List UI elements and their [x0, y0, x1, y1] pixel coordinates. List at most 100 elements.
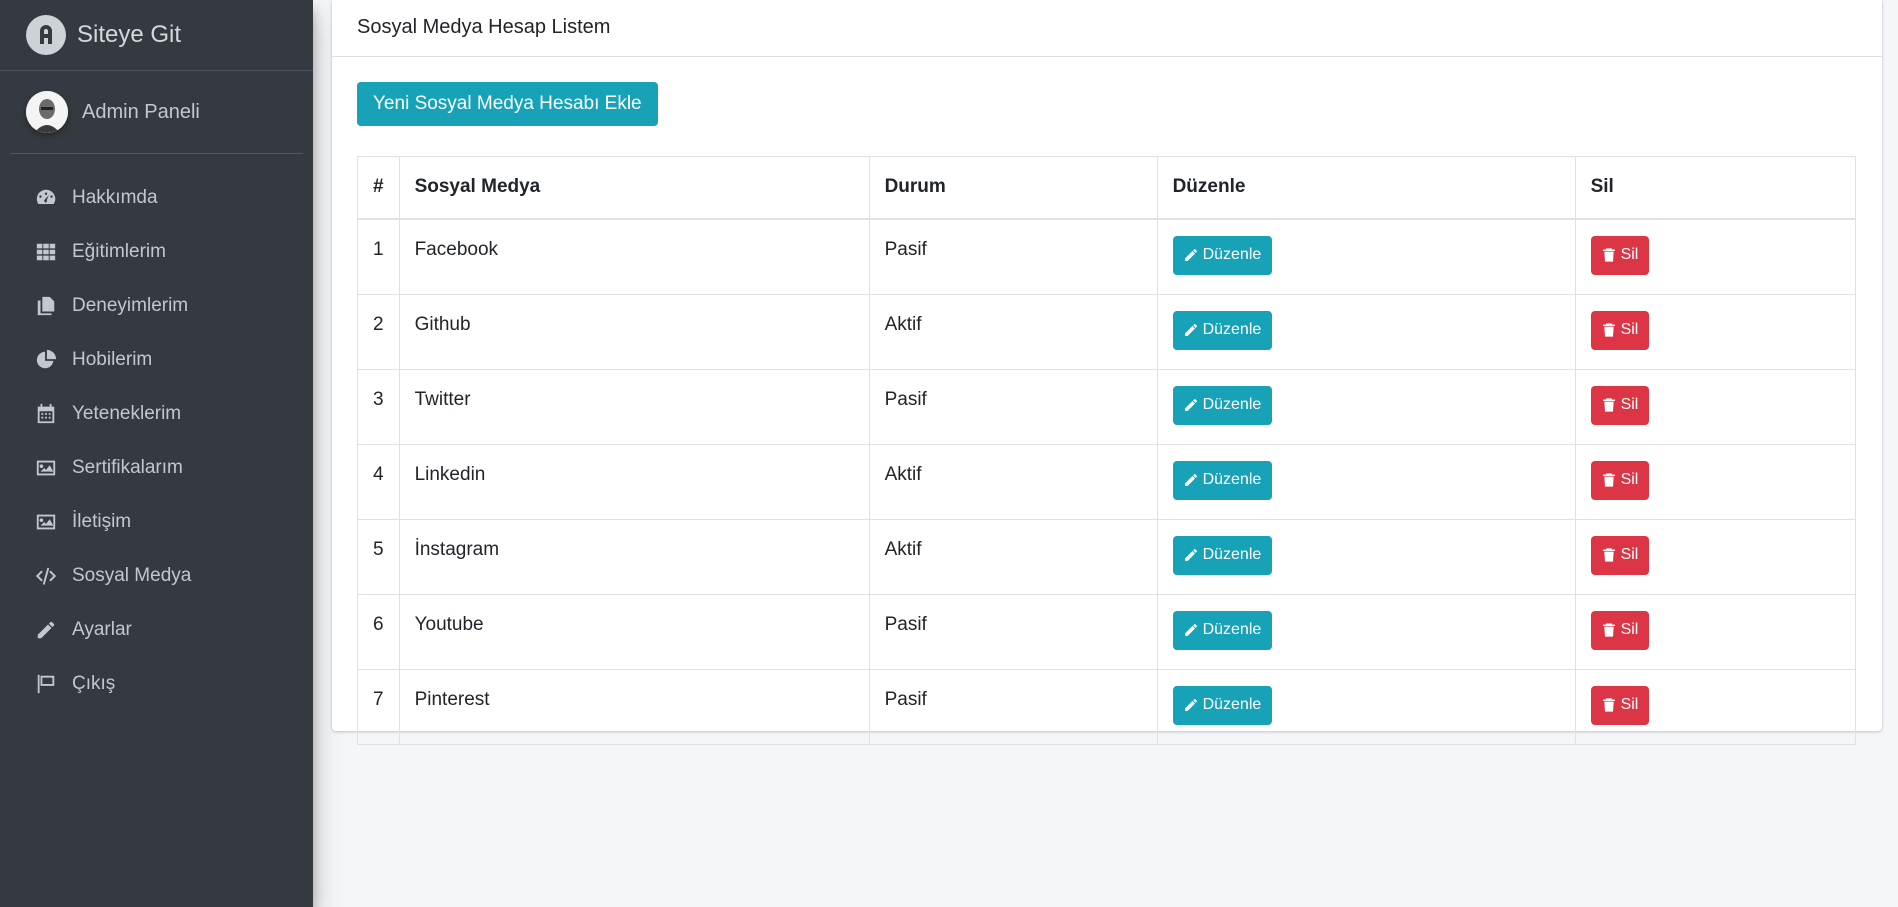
edit-button[interactable]: Düzenle — [1172, 235, 1273, 275]
cell-delete: Sil — [1574, 668, 1857, 745]
delete-button[interactable]: Sil — [1590, 235, 1650, 275]
cell-edit: Düzenle — [1156, 518, 1576, 595]
cell-edit: Düzenle — [1156, 443, 1576, 520]
pencil-icon — [1183, 622, 1203, 638]
sidebar-item-egitimlerim[interactable]: Eğitimlerim — [0, 225, 313, 279]
edit-button[interactable]: Düzenle — [1172, 610, 1273, 650]
brand-title: Siteye Git — [77, 21, 182, 48]
trash-icon — [1601, 322, 1621, 338]
sidebar-item-label: Çıkış — [72, 673, 116, 694]
user-panel[interactable]: Admin Paneli — [10, 71, 303, 154]
delete-button-label: Sil — [1620, 546, 1639, 563]
column-header-name: Sosyal Medya — [398, 156, 870, 220]
table-row: 2 Github Aktif Düzenle Sil — [357, 293, 1857, 370]
cell-delete: Sil — [1574, 368, 1857, 445]
chart-pie-icon — [34, 348, 58, 372]
sidebar-item-label: Hobilerim — [72, 349, 153, 370]
trash-icon — [1601, 547, 1621, 563]
cell-status: Pasif — [868, 668, 1158, 745]
sidebar-item-yeteneklerim[interactable]: Yeteneklerim — [0, 387, 313, 441]
cell-delete: Sil — [1574, 293, 1857, 370]
cell-social-media: Twitter — [398, 368, 870, 445]
social-media-table: # Sosyal Medya Durum Düzenle Sil 1 Facebo… — [357, 156, 1857, 745]
sidebar-item-deneyimlerim[interactable]: Deneyimlerim — [0, 279, 313, 333]
pencil-icon — [1183, 397, 1203, 413]
sidebar-item-ayarlar[interactable]: Ayarlar — [0, 603, 313, 657]
sidebar-item-iletisim[interactable]: İletişim — [0, 495, 313, 549]
delete-button[interactable]: Sil — [1590, 385, 1650, 425]
delete-button[interactable]: Sil — [1590, 610, 1650, 650]
avatar — [26, 91, 68, 133]
sidebar-item-label: Deneyimlerim — [72, 295, 189, 316]
table-body: 1 Facebook Pasif Düzenle Sil 2 Github Aktif Düze… — [357, 218, 1857, 745]
cell-num: 2 — [357, 293, 400, 370]
brand-logo-icon — [26, 15, 66, 55]
edit-button[interactable]: Düzenle — [1172, 535, 1273, 575]
image-icon — [34, 510, 58, 534]
cell-status: Pasif — [868, 218, 1158, 295]
cell-num: 4 — [357, 443, 400, 520]
edit-button[interactable]: Düzenle — [1172, 310, 1273, 350]
cell-edit: Düzenle — [1156, 668, 1576, 745]
delete-button[interactable]: Sil — [1590, 310, 1650, 350]
add-social-media-button[interactable]: Yeni Sosyal Medya Hesabı Ekle — [357, 82, 658, 126]
cell-delete: Sil — [1574, 443, 1857, 520]
pencil-icon — [1183, 322, 1203, 338]
cell-delete: Sil — [1574, 593, 1857, 670]
cell-num: 1 — [357, 218, 400, 295]
edit-button-label: Düzenle — [1202, 471, 1262, 488]
sidebar-item-cikis[interactable]: Çıkış — [0, 657, 313, 711]
cell-social-media: Pinterest — [398, 668, 870, 745]
pencil-icon — [1183, 247, 1203, 263]
cell-social-media: Facebook — [398, 218, 870, 295]
sidebar-item-label: Sosyal Medya — [72, 565, 192, 586]
sidebar-item-hakkimda[interactable]: Hakkımda — [0, 171, 313, 225]
sidebar-item-sertifikalarim[interactable]: Sertifikalarım — [0, 441, 313, 495]
sidebar-item-label: Sertifikalarım — [72, 457, 183, 478]
cell-edit: Düzenle — [1156, 368, 1576, 445]
column-header-delete: Sil — [1574, 156, 1857, 220]
trash-icon — [1601, 697, 1621, 713]
sidebar-item-hobilerim[interactable]: Hobilerim — [0, 333, 313, 387]
trash-icon — [1601, 397, 1621, 413]
edit-button[interactable]: Düzenle — [1172, 685, 1273, 725]
table-row: 1 Facebook Pasif Düzenle Sil — [357, 218, 1857, 295]
sidebar-item-label: Yeteneklerim — [72, 403, 182, 424]
sidebar-item-label: Hakkımda — [72, 187, 158, 208]
delete-button[interactable]: Sil — [1590, 685, 1650, 725]
brand-link[interactable]: Siteye Git — [0, 0, 313, 71]
cell-edit: Düzenle — [1156, 293, 1576, 370]
flag-icon — [34, 672, 58, 696]
edit-button[interactable]: Düzenle — [1172, 460, 1273, 500]
card-title: Sosyal Medya Hesap Listem — [332, 0, 1882, 57]
tachometer-icon — [34, 186, 58, 210]
sidebar-item-label: Eğitimlerim — [72, 241, 166, 262]
social-media-card: Sosyal Medya Hesap Listem Yeni Sosyal Me… — [332, 0, 1882, 745]
pencil-icon — [1183, 472, 1203, 488]
table-header-row: # Sosyal Medya Durum Düzenle Sil — [357, 156, 1857, 220]
cell-delete: Sil — [1574, 518, 1857, 595]
cell-status: Aktif — [868, 443, 1158, 520]
delete-button[interactable]: Sil — [1590, 460, 1650, 500]
pencil-icon — [1183, 547, 1203, 563]
sidebar-item-sosyal-medya[interactable]: Sosyal Medya — [0, 549, 313, 603]
delete-button[interactable]: Sil — [1590, 535, 1650, 575]
cell-num: 3 — [357, 368, 400, 445]
code-icon — [34, 564, 58, 588]
card-body: Yeni Sosyal Medya Hesabı Ekle # Sosyal M… — [332, 57, 1882, 770]
sidebar-item-label: İletişim — [72, 511, 132, 532]
pencil-icon — [34, 618, 58, 642]
sidebar: Siteye Git Admin Paneli Hakkımda Eğitiml… — [0, 0, 313, 907]
table-row: 6 Youtube Pasif Düzenle Sil — [357, 593, 1857, 670]
delete-button-label: Sil — [1620, 471, 1639, 488]
edit-button[interactable]: Düzenle — [1172, 385, 1273, 425]
sidebar-item-label: Ayarlar — [72, 619, 132, 640]
cell-status: Pasif — [868, 368, 1158, 445]
sidebar-nav: Hakkımda Eğitimlerim Deneyimlerim Hobile… — [0, 154, 313, 711]
edit-button-label: Düzenle — [1202, 321, 1262, 338]
cell-status: Aktif — [868, 293, 1158, 370]
trash-icon — [1601, 622, 1621, 638]
cell-delete: Sil — [1574, 218, 1857, 295]
cell-edit: Düzenle — [1156, 593, 1576, 670]
cell-edit: Düzenle — [1156, 218, 1576, 295]
